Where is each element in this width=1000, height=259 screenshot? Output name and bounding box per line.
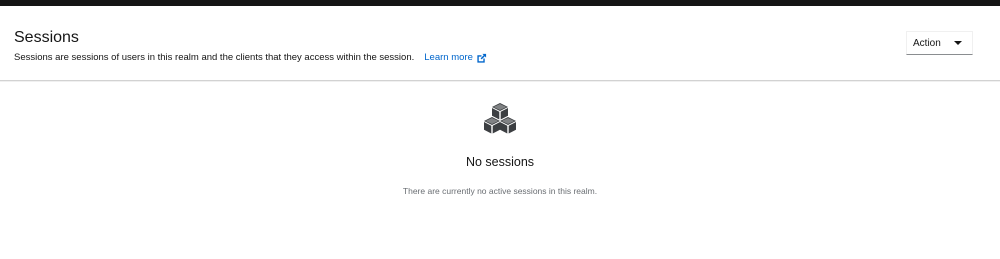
caret-down-icon (954, 41, 962, 45)
action-dropdown[interactable]: Action (906, 31, 973, 55)
page-description: Sessions are sessions of users in this r… (14, 51, 487, 65)
external-link-icon (477, 53, 486, 63)
empty-state-message: There are currently no active sessions i… (402, 186, 598, 196)
page-title: Sessions (14, 29, 79, 46)
page-header: Sessions Sessions are sessions of users … (0, 6, 1000, 81)
empty-state-title: No sessions (465, 155, 535, 169)
action-label: Action (913, 37, 941, 49)
learn-more-link[interactable]: Learn more (424, 51, 487, 65)
empty-state: No sessions There are currently no activ… (0, 82, 1000, 259)
cubes-icon (484, 103, 516, 134)
description-text: Sessions are sessions of users in this r… (14, 52, 415, 63)
learn-more-label: Learn more (424, 52, 473, 63)
